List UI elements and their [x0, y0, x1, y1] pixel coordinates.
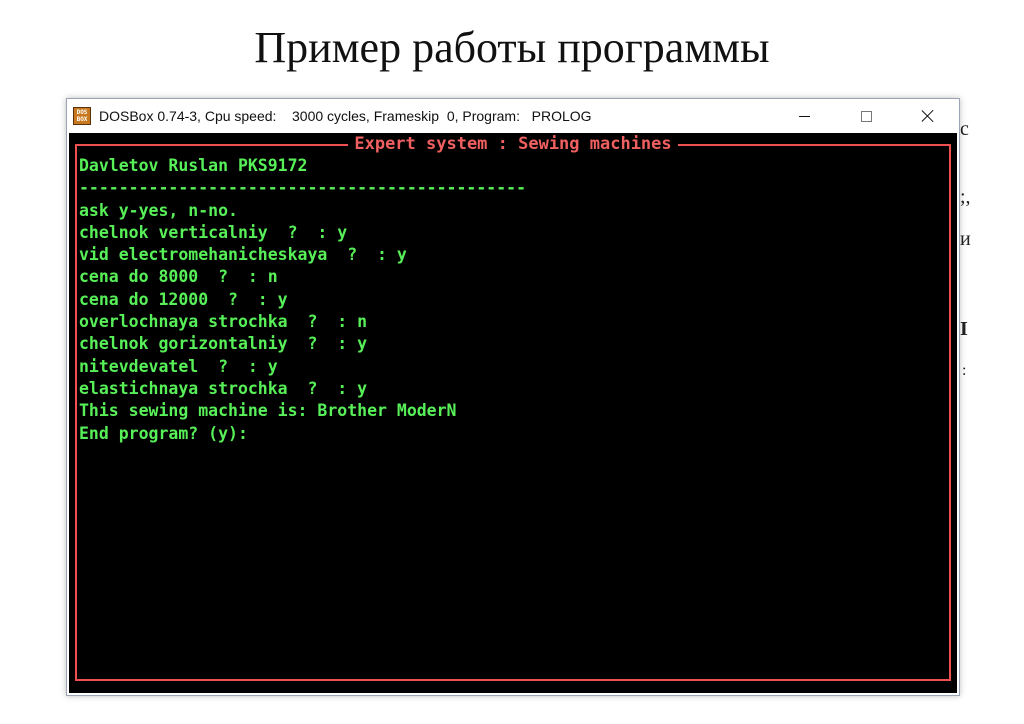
- frame-title: Expert system : Sewing machines: [69, 133, 957, 155]
- slide-title: Пример работы программы: [254, 23, 770, 72]
- minimize-button[interactable]: [773, 99, 835, 133]
- console-line: nitevdevatel ? : y: [79, 356, 278, 376]
- dosbox-window[interactable]: DOS BOX DOSBox 0.74-3, Cpu speed: 3000 c…: [66, 98, 960, 696]
- background-text-fragment: :: [962, 362, 967, 379]
- slide: Пример работы программы с ;, и I : DOS B…: [0, 0, 1024, 724]
- icon-label-bottom: BOX: [76, 116, 88, 123]
- frame-title-text: Expert system : Sewing machines: [348, 134, 678, 154]
- dosbox-icon[interactable]: DOS BOX: [73, 107, 91, 125]
- maximize-icon: [860, 110, 872, 122]
- console-line: overlochnaya strochka ? : n: [79, 312, 368, 332]
- console-line: chelnok gorizontalniy ? : y: [79, 334, 368, 354]
- minimize-icon: [798, 115, 810, 117]
- console-line: This sewing machine is: Brother ModerN: [79, 401, 457, 421]
- maximize-button[interactable]: [835, 99, 897, 133]
- dos-screen[interactable]: Expert system : Sewing machines Davletov…: [69, 133, 957, 693]
- console-line: End program? (y):: [79, 423, 248, 443]
- close-button[interactable]: [897, 99, 959, 133]
- console-line: ----------------------------------------…: [79, 178, 527, 198]
- console-line: cena do 8000 ? : n: [79, 267, 278, 287]
- icon-label-top: DOS: [76, 109, 88, 116]
- console-line: ask y-yes, n-no.: [79, 200, 238, 220]
- close-icon: [921, 109, 935, 123]
- window-title: DOSBox 0.74-3, Cpu speed: 3000 cycles, F…: [99, 108, 592, 124]
- background-text-fragment: и: [960, 228, 971, 250]
- console-line: chelnok verticalniy ? : y: [79, 222, 348, 242]
- console-line: elastichnaya strochka ? : y: [79, 378, 368, 398]
- window-titlebar[interactable]: DOS BOX DOSBox 0.74-3, Cpu speed: 3000 c…: [67, 99, 959, 133]
- console-line: Davletov Ruslan PKS9172: [79, 156, 308, 175]
- console-line: vid electromehanicheskaya ? : y: [79, 245, 407, 265]
- background-text-fragment: I: [960, 318, 968, 340]
- console-line: cena do 12000 ? : y: [79, 289, 288, 309]
- console-output: Davletov Ruslan PKS9172 ----------------…: [79, 155, 939, 445]
- background-text-fragment: с: [960, 118, 969, 140]
- background-text-fragment: ;,: [960, 186, 971, 208]
